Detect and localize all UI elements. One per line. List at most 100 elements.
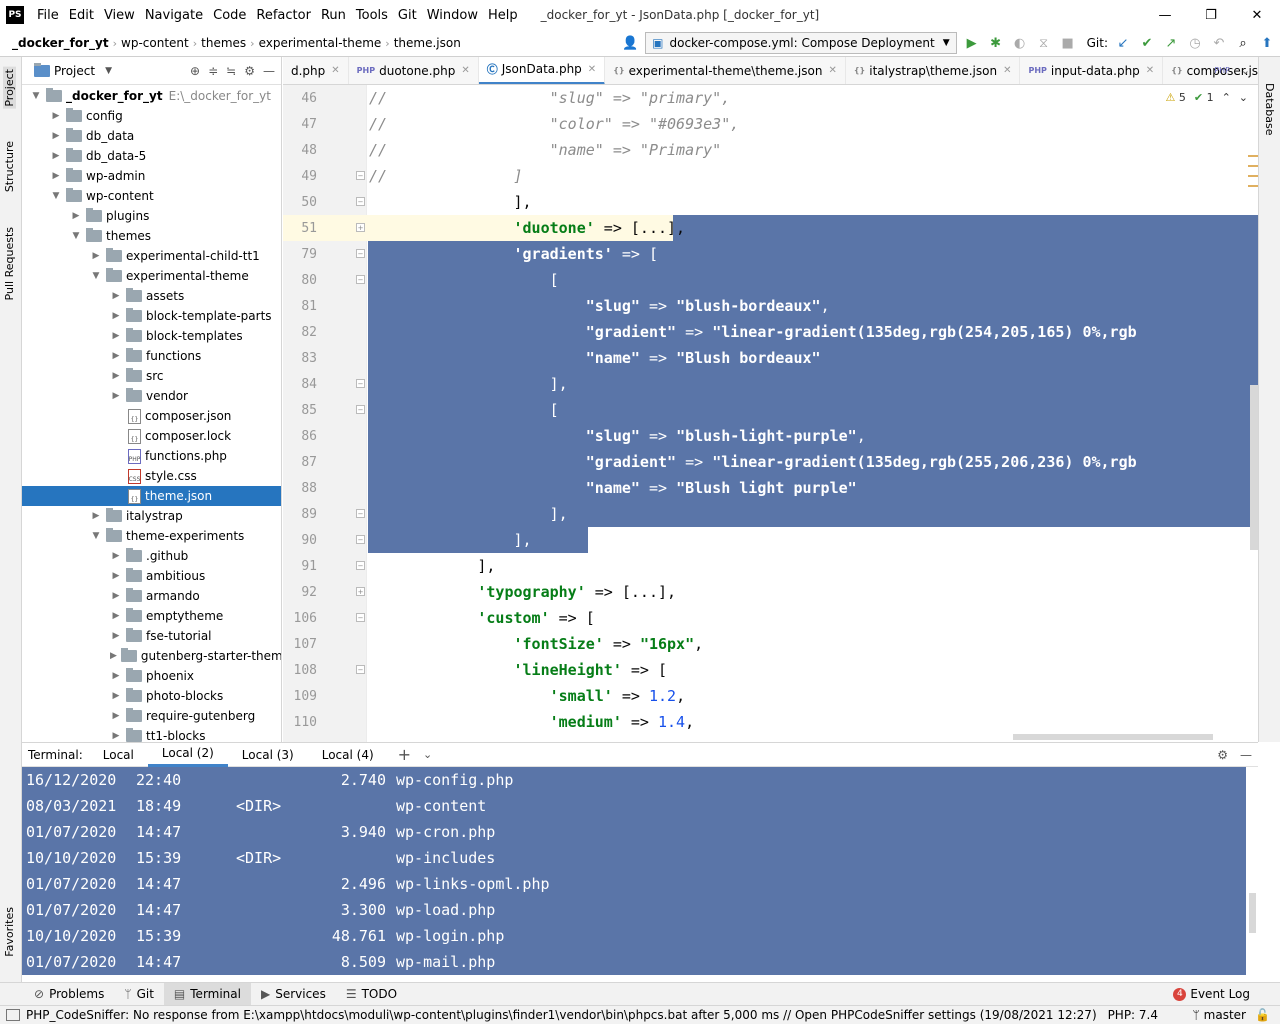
editor-horizontal-scrollbar[interactable] [1013,734,1213,740]
chevron-right-icon[interactable]: ▶ [110,291,122,301]
maximize-button[interactable]: ❐ [1188,0,1234,30]
chevron-right-icon[interactable]: ▶ [110,331,122,341]
tree-item[interactable]: ▶ armando [22,586,281,606]
code-line[interactable]: 108 − 'lineHeight' => [ [283,657,1258,683]
tree-item[interactable]: ▶ db_data-5 [22,146,281,166]
chevron-right-icon[interactable]: ▶ [110,651,117,661]
tree-item[interactable]: ▶ block-templates [22,326,281,346]
stop-icon[interactable]: ■ [1059,34,1077,52]
code-line[interactable]: 46 // "slug" => "primary", [283,85,1258,111]
pull-requests-tool-tab[interactable]: Pull Requests [3,227,16,300]
tree-item[interactable]: ▶ functions [22,346,281,366]
search-icon[interactable]: ⌕ [1234,34,1252,52]
chevron-right-icon[interactable]: ▶ [110,611,122,621]
close-tab-icon[interactable]: ✕ [828,65,836,76]
gear-icon[interactable]: ⚙ [244,64,255,78]
terminal-tab[interactable]: Local [89,743,148,767]
fold-collapse-icon[interactable]: − [356,405,365,414]
project-tool-tab[interactable]: Project [3,67,16,109]
tree-item[interactable]: {} composer.lock [22,426,281,446]
event-log-button[interactable]: 4 Event Log [1163,983,1260,1006]
tree-item[interactable]: ▶ assets [22,286,281,306]
menu-navigate[interactable]: Navigate [140,8,208,23]
chevron-right-icon[interactable]: ▶ [90,251,102,261]
chevron-right-icon[interactable]: ▶ [110,671,122,681]
chevron-right-icon[interactable]: ▶ [110,351,122,361]
fold-collapse-icon[interactable]: − [356,509,365,518]
menu-code[interactable]: Code [208,8,251,23]
code-line[interactable]: 85 − [ [283,397,1258,423]
warning-count[interactable]: ⚠ 5 [1165,91,1185,104]
tree-item[interactable]: ▶ block-template-parts [22,306,281,326]
locate-icon[interactable]: ⊕ [190,64,200,78]
collapse-all-icon[interactable]: ≒ [226,64,236,78]
chevron-right-icon[interactable]: ▶ [50,151,62,161]
debug-icon[interactable]: ✱ [987,34,1005,52]
code-editor[interactable]: 46 // "slug" => "primary", 47 // "color" =>… [283,85,1258,742]
menu-run[interactable]: Run [316,8,351,23]
close-tab-icon[interactable]: ✕ [588,64,596,75]
code-line[interactable]: 48 // "name" => "Primary" [283,137,1258,163]
code-line[interactable]: 87 "gradient" => "linear-gradient(135deg… [283,449,1258,475]
code-line[interactable]: 91 − ], [283,553,1258,579]
close-tab-icon[interactable]: ✕ [1003,65,1011,76]
menu-edit[interactable]: Edit [64,8,99,23]
run-icon[interactable]: ▶ [963,34,981,52]
fold-collapse-icon[interactable]: − [356,197,365,206]
php-version[interactable]: PHP: 7.4 [1108,1008,1158,1022]
tree-item[interactable]: ▶ italystrap [22,506,281,526]
code-line[interactable]: 110 'medium' => 1.4, [283,709,1258,735]
git-branch[interactable]: ᛘ master [1192,1008,1246,1022]
breadcrumb-item[interactable]: theme.json [390,36,465,50]
hide-icon[interactable]: — [1240,748,1252,762]
editor-tab[interactable]: {} experimental-theme\theme.json ✕ [605,57,846,84]
fold-collapse-icon[interactable]: − [356,249,365,258]
code-line[interactable]: 81 "slug" => "blush-bordeaux", [283,293,1258,319]
fold-collapse-icon[interactable]: − [356,561,365,570]
tree-item[interactable]: ▶ gutenberg-starter-theme-b [22,646,281,666]
terminal-tab[interactable]: Local (3) [228,743,308,767]
chevron-down-icon[interactable]: ▼ [70,231,82,241]
add-tab-icon[interactable]: + [398,745,411,764]
fold-collapse-icon[interactable]: − [356,275,365,284]
profile-icon[interactable]: ⧖ [1035,34,1053,52]
user-icon[interactable]: 👤 [621,34,639,52]
lock-icon[interactable]: 🔓 [1255,1008,1270,1022]
code-line[interactable]: 82 "gradient" => "linear-gradient(135deg… [283,319,1258,345]
tool-window-problems[interactable]: ⊘ Problems [24,983,114,1006]
tree-item[interactable]: ▶ .github [22,546,281,566]
code-line[interactable]: 50 − ], [283,189,1258,215]
project-panel-title[interactable]: Project [54,64,95,78]
menu-view[interactable]: View [99,8,140,23]
chevron-right-icon[interactable]: ▶ [110,711,122,721]
editor-tab[interactable]: PHP input-data.php ✕ [1020,57,1164,84]
terminal-tab[interactable]: Local (4) [308,743,388,767]
menu-refactor[interactable]: Refactor [251,8,316,23]
code-line[interactable]: 88 "name" => "Blush light purple" [283,475,1258,501]
tree-item[interactable]: PHP functions.php [22,446,281,466]
chevron-right-icon[interactable]: ▶ [50,131,62,141]
terminal-tab[interactable]: Local (2) [147,742,228,767]
structure-tool-tab[interactable]: Structure [3,141,16,192]
terminal-output[interactable]: 16/12/2020 22:40 2.740 wp-config.php 08/03/2… [22,767,1246,975]
chevron-right-icon[interactable]: ▶ [50,111,62,121]
more-tabs-icon[interactable]: PHP [1214,66,1230,75]
run-configuration-select[interactable]: ▣ docker-compose.yml: Compose Deployment ▼ [645,32,957,54]
tree-item[interactable]: ▶ ambitious [22,566,281,586]
code-line[interactable]: 90 − ], [283,527,1258,553]
chevron-down-icon[interactable]: ▼ [90,531,102,541]
fold-collapse-icon[interactable]: − [356,379,365,388]
code-line[interactable]: 79 − 'gradients' => [ [283,241,1258,267]
tree-item[interactable]: ▶ plugins [22,206,281,226]
chevron-down-icon[interactable]: ⌄ [1241,64,1250,77]
next-highlight-icon[interactable]: ⌄ [1239,91,1248,104]
editor-tab[interactable]: {} italystrap\theme.json ✕ [846,57,1021,84]
fold-collapse-icon[interactable]: − [356,171,365,180]
chevron-right-icon[interactable]: ▶ [110,391,122,401]
code-line[interactable]: 89 − ], [283,501,1258,527]
breadcrumb-item[interactable]: experimental-theme [255,36,386,50]
tree-item[interactable]: ▼ wp-content [22,186,281,206]
code-line[interactable]: 83 "name" => "Blush bordeaux" [283,345,1258,371]
hide-icon[interactable]: — [263,64,275,78]
editor-tab[interactable]: PHP duotone.php ✕ [349,57,479,84]
